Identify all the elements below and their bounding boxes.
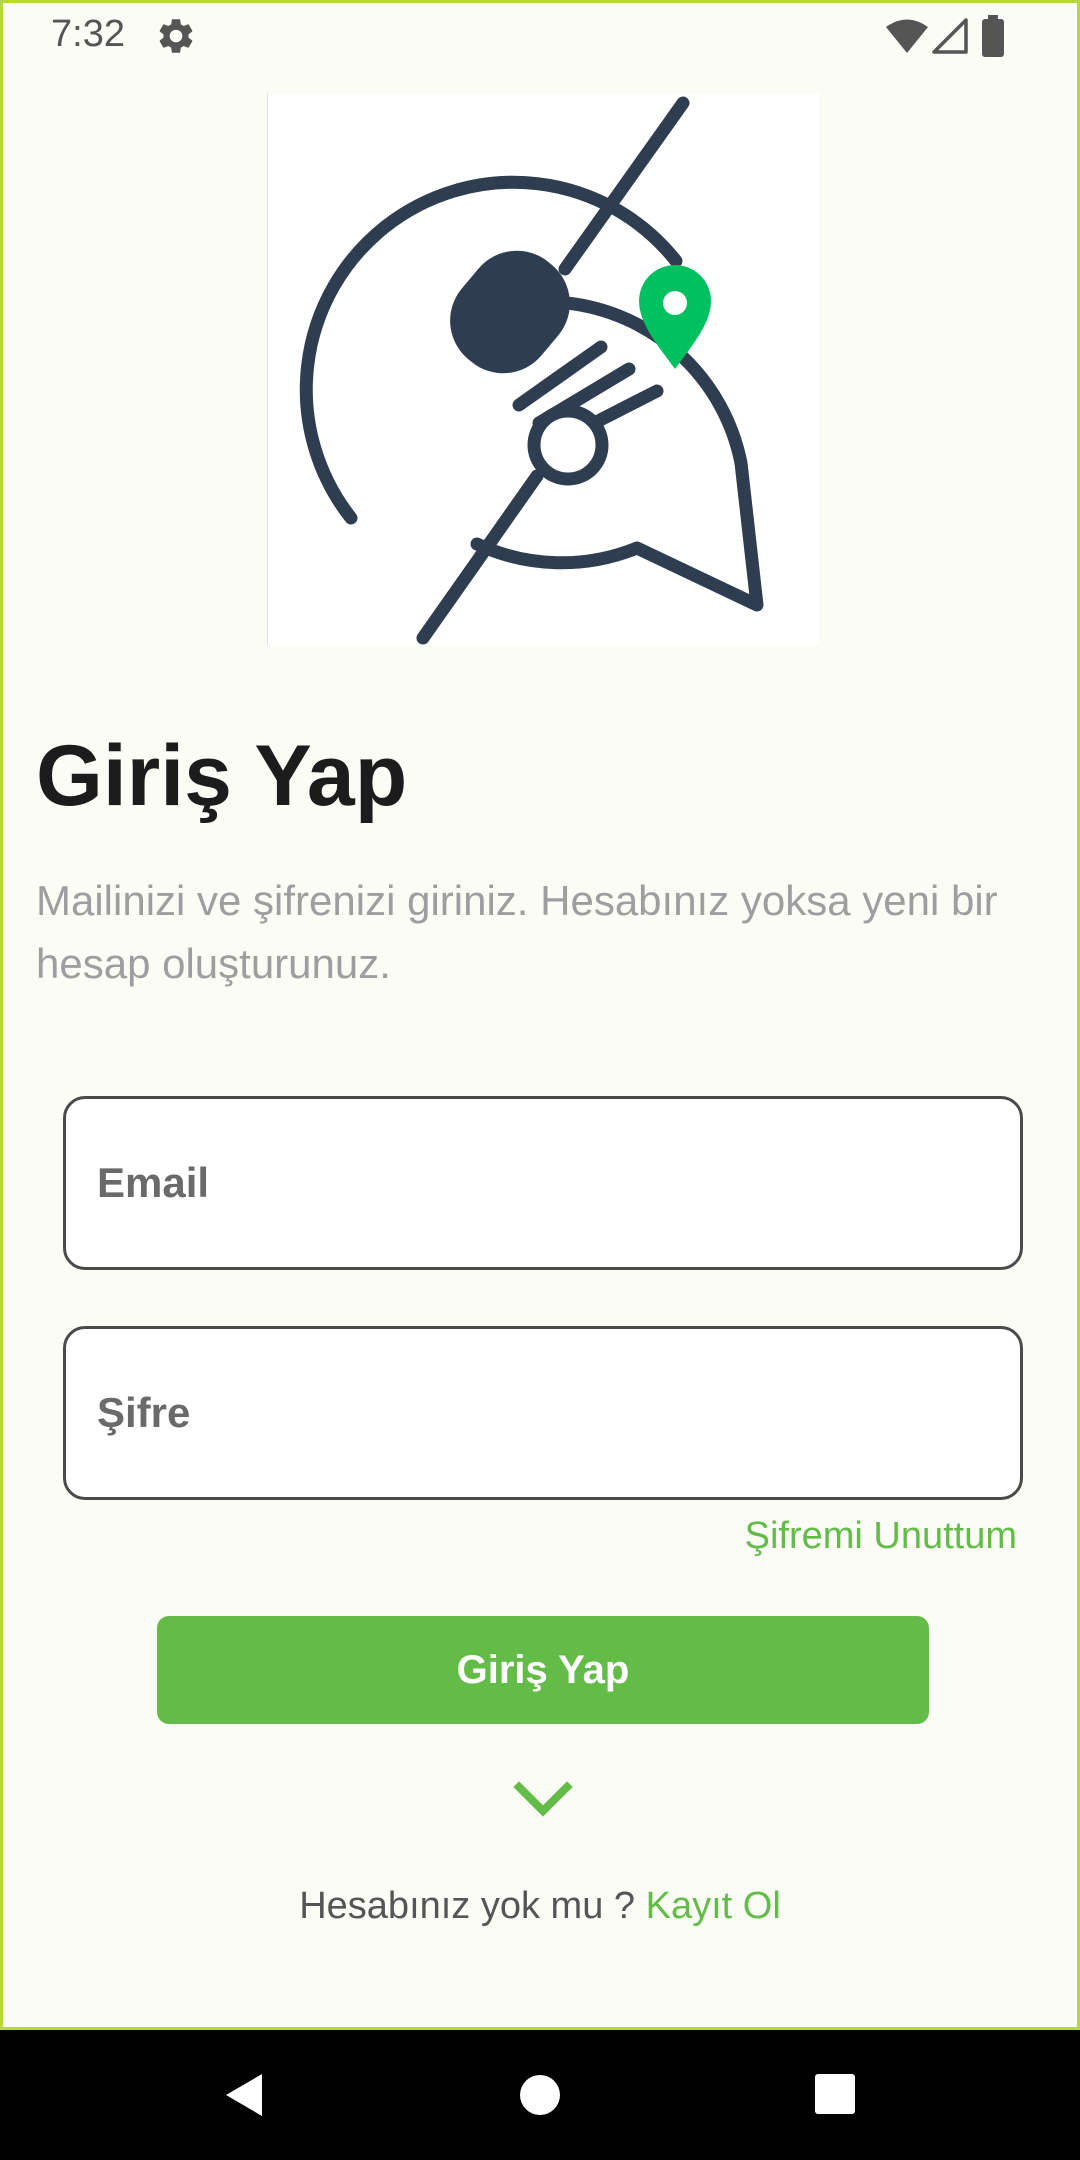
battery-icon <box>982 15 1004 57</box>
status-time: 7:32 <box>51 13 125 55</box>
recents-icon[interactable] <box>814 2073 856 2115</box>
back-icon[interactable] <box>222 2070 266 2120</box>
app-logo <box>267 93 819 645</box>
chevron-down-icon[interactable] <box>513 1779 573 1819</box>
fork-spoon-location-chat-icon <box>267 93 764 645</box>
login-button[interactable]: Giriş Yap <box>157 1616 929 1724</box>
status-bar: 7:32 <box>3 3 1077 73</box>
signup-row: Hesabınız yok mu ? Kayıt Ol <box>3 1885 1077 1928</box>
signup-link[interactable]: Kayıt Ol <box>646 1885 781 1927</box>
forgot-password-link[interactable]: Şifremi Unuttum <box>745 1515 1017 1558</box>
settings-icon <box>159 19 193 53</box>
email-input[interactable] <box>66 1099 1020 1267</box>
signal-icon <box>932 18 968 54</box>
navigation-bar <box>0 2030 1080 2160</box>
page-title: Giriş Yap <box>36 728 408 824</box>
email-field-container <box>63 1096 1023 1270</box>
password-field-container <box>63 1326 1023 1500</box>
wifi-icon <box>886 19 928 53</box>
app-screen: 7:32 Giriş Yap Mailinizi ve şifrenizi gi… <box>0 0 1080 2030</box>
home-icon[interactable] <box>518 2073 562 2117</box>
password-input[interactable] <box>66 1329 1020 1497</box>
signup-question: Hesabınız yok mu ? <box>299 1885 646 1927</box>
page-subtitle: Mailinizi ve şifrenizi giriniz. Hesabını… <box>36 877 998 987</box>
